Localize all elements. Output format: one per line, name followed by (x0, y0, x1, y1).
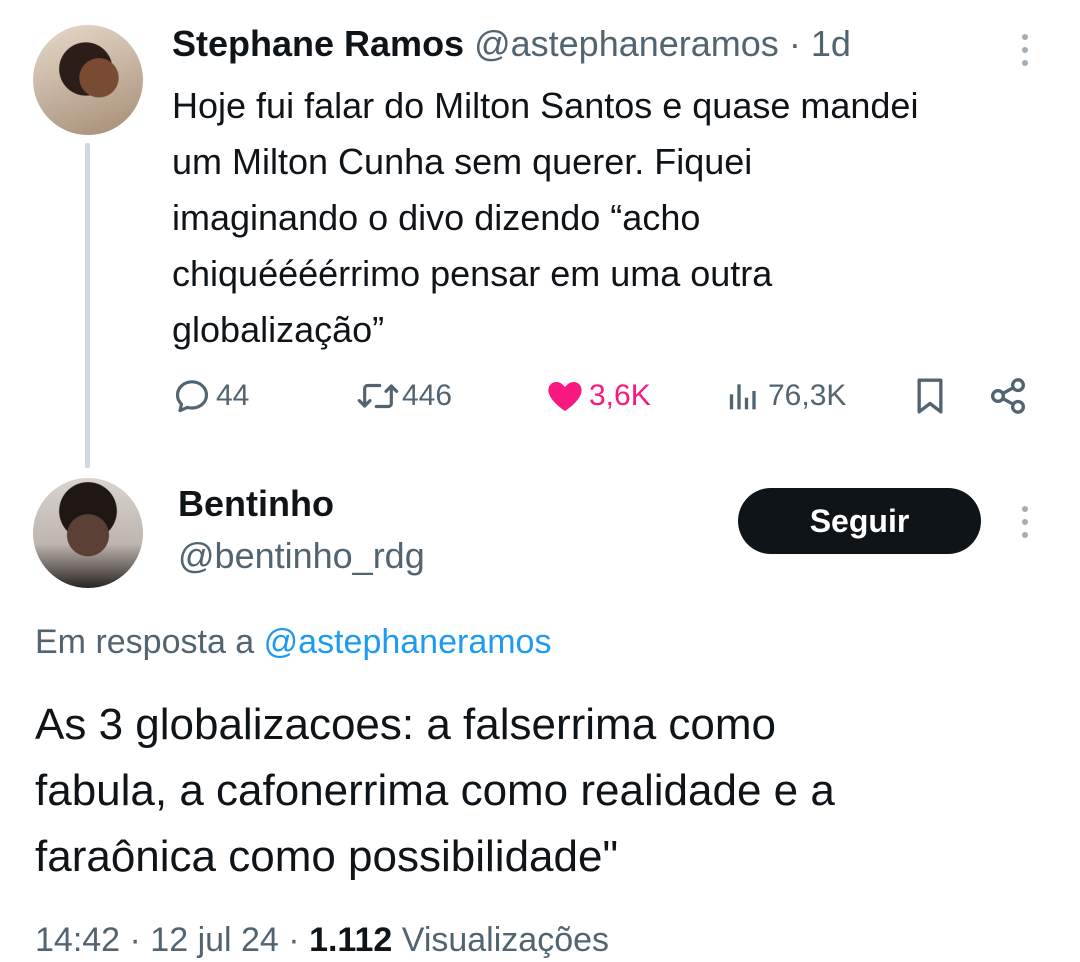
tweet1-text-line: globalização” (172, 309, 385, 350)
retweet-count: 446 (402, 379, 453, 412)
tweet1-text-line: imaginando o divo dizendo “acho (172, 197, 701, 238)
reply-button[interactable]: 44 (172, 376, 249, 416)
retweet-button[interactable]: 446 (356, 376, 452, 416)
share-button[interactable] (988, 376, 1028, 416)
views-total: 1.112 (309, 921, 393, 959)
header-separator: · (788, 23, 801, 64)
share-icon (988, 376, 1028, 416)
reply-context: Em resposta a @astephaneramos (35, 620, 551, 664)
heart-icon (545, 376, 585, 416)
tweet1-header: Stephane Ramos @astephaneramos · 1d (172, 22, 851, 66)
tweet1-text: Hoje fui falar do Milton Santos e quase … (172, 78, 1052, 358)
tweet2-metadata: 14:42 · 12 jul 24 · 1.112 Visualizações (35, 918, 609, 962)
tweet2-text: As 3 globalizacoes: a falserrima como fa… (35, 692, 1055, 890)
tweet2-text-line: faraônica como possibilidade" (35, 832, 619, 881)
views-icon (724, 376, 764, 416)
more-icon[interactable] (1020, 34, 1030, 66)
reply-prefix: Em resposta a (35, 623, 255, 661)
bookmark-icon (912, 376, 948, 416)
tweet2-text-line: As 3 globalizacoes: a falserrima como (35, 700, 776, 749)
views-count: 76,3K (768, 379, 847, 412)
tweet1-text-line: chiquéééérrimo pensar em uma outra (172, 253, 773, 294)
tweet1-text-line: um Milton Cunha sem querer. Fiquei (172, 141, 753, 182)
reply-icon (172, 376, 212, 416)
like-count: 3,6K (589, 379, 651, 412)
tweet-timestamp[interactable]: 14:42 · 12 jul 24 · (35, 921, 300, 959)
tweet1-text-line: Hoje fui falar do Milton Santos e quase … (172, 85, 919, 126)
reply-mention-link[interactable]: @astephaneramos (264, 623, 552, 661)
avatar-bentinho[interactable] (33, 478, 143, 588)
author-handle[interactable]: @astephaneramos (474, 23, 779, 64)
tweet-time[interactable]: 1d (811, 23, 851, 64)
views-label: Visualizações (401, 921, 610, 959)
like-button[interactable]: 3,6K (545, 376, 651, 416)
thread-connector-line (85, 143, 90, 468)
avatar-stephane-ramos[interactable] (33, 25, 143, 135)
author-name[interactable]: Stephane Ramos (172, 23, 464, 64)
more-icon[interactable] (1020, 506, 1030, 538)
tweet2-text-line: fabula, a cafonerrima como realidade e a (35, 766, 835, 815)
views-button[interactable]: 76,3K (724, 376, 846, 416)
follow-button[interactable]: Seguir (738, 488, 981, 554)
bookmark-button[interactable] (912, 376, 948, 416)
author-handle[interactable]: @bentinho_rdg (178, 534, 425, 578)
retweet-icon (356, 376, 400, 416)
reply-count: 44 (216, 379, 250, 412)
author-name[interactable]: Bentinho (178, 482, 334, 526)
